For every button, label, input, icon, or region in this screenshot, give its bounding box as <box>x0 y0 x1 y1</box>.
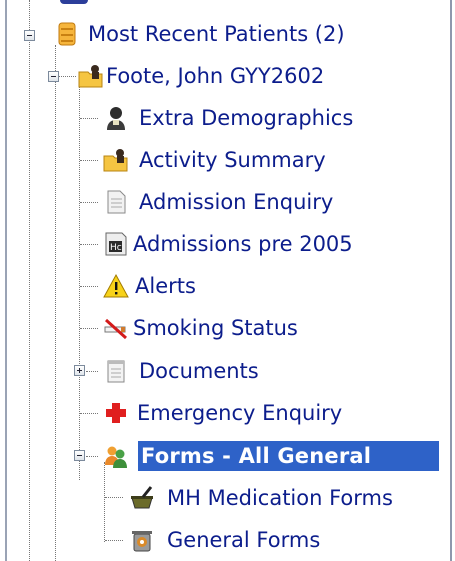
tree-node-label: MH Medication Forms <box>167 486 393 510</box>
tree-node-label: Admission Enquiry <box>139 190 334 214</box>
tree-line <box>80 328 98 329</box>
tree-node-most-recent-patients[interactable]: Most Recent Patients (2) <box>54 17 345 51</box>
tree-node-mh-medication-forms[interactable]: MH Medication Forms <box>129 481 393 515</box>
svg-text:Hc: Hc <box>110 243 122 253</box>
red-cross-icon <box>103 400 129 426</box>
patient-folder-icon <box>78 63 104 89</box>
tree-line <box>105 540 123 541</box>
tree-node-smoking-status[interactable]: Smoking Status <box>103 311 298 345</box>
tree-node-general-forms[interactable]: General Forms <box>129 523 320 557</box>
tree-line <box>80 118 98 119</box>
tree-line <box>104 462 105 542</box>
users-icon <box>103 443 129 469</box>
tree-node-emergency-enquiry[interactable]: Emergency Enquiry <box>103 396 342 430</box>
person-silhouette-icon <box>103 105 129 131</box>
collapse-toggle[interactable] <box>48 71 59 82</box>
trash-bin-icon <box>129 527 155 553</box>
tree-node-label: Forms - All General <box>138 441 439 471</box>
tree-node-label: Most Recent Patients (2) <box>88 22 345 46</box>
tree-node-admission-enquiry[interactable]: Admission Enquiry <box>103 185 333 219</box>
hc-document-icon: Hc <box>103 231 129 257</box>
tree-line <box>79 80 80 480</box>
tree-node-label: General Forms <box>167 528 321 552</box>
tree-node-forms-all-general[interactable]: Forms - All General <box>103 439 439 473</box>
tree-node-activity-summary[interactable]: Activity Summary <box>103 143 326 177</box>
tree-node-label: Activity Summary <box>139 148 326 172</box>
collapse-toggle[interactable] <box>74 450 85 461</box>
tree-node-admissions-pre-2005[interactable]: Hc Admissions pre 2005 <box>103 227 353 261</box>
tree-node-extra-demographics[interactable]: Extra Demographics <box>103 101 353 135</box>
tree-line <box>55 45 56 561</box>
tree-line <box>86 371 98 372</box>
no-smoking-icon <box>103 315 129 341</box>
mortar-pestle-icon <box>129 485 155 511</box>
tree-line <box>56 76 76 77</box>
expand-toggle[interactable] <box>74 365 85 376</box>
tree-line <box>80 160 98 161</box>
tree-node-documents[interactable]: Documents <box>103 354 259 388</box>
tree-node-alerts[interactable]: Alerts <box>103 269 196 303</box>
patient-folder-icon <box>103 147 129 173</box>
tree-node-label: Emergency Enquiry <box>137 401 343 425</box>
tree-line <box>29 0 30 30</box>
scroll-marker <box>60 0 88 4</box>
document-icon <box>103 189 129 215</box>
folder-box-icon <box>54 21 80 47</box>
tree-node-patient[interactable]: Foote, John GYY2602 <box>78 59 324 93</box>
tree-line <box>105 497 123 498</box>
tree-node-label: Alerts <box>135 274 196 298</box>
tree-line <box>80 202 98 203</box>
collapse-toggle[interactable] <box>24 30 35 41</box>
notepad-icon <box>103 358 129 384</box>
tree-line <box>86 456 98 457</box>
tree-node-label: Smoking Status <box>133 316 298 340</box>
tree-node-label: Admissions pre 2005 <box>133 232 353 256</box>
tree-node-label: Foote, John GYY2602 <box>106 64 325 88</box>
tree-line <box>80 286 98 287</box>
warning-icon <box>103 273 129 299</box>
tree-node-label: Documents <box>139 359 259 383</box>
tree-line <box>29 40 30 561</box>
tree-line <box>80 244 98 245</box>
tree-node-label: Extra Demographics <box>139 106 354 130</box>
tree-line <box>80 413 98 414</box>
